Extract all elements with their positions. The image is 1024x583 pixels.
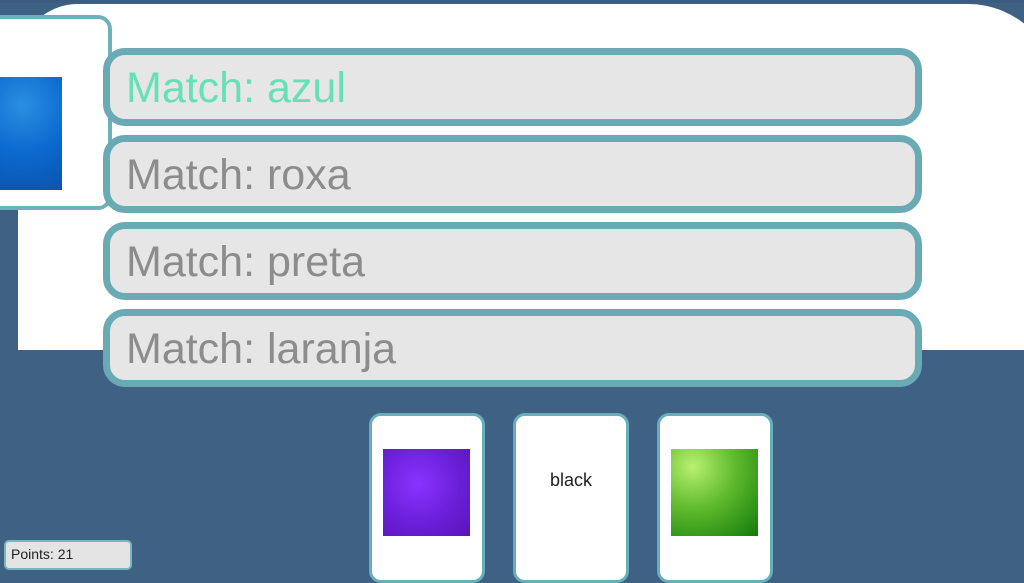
match-slot-roxa[interactable]: Match: roxa (103, 135, 922, 213)
answer-card-green[interactable] (657, 413, 773, 583)
match-slot-preta[interactable]: Match: preta (103, 222, 922, 300)
match-label: Match: roxa (126, 151, 351, 199)
score-display: Points: 21 (4, 540, 132, 570)
match-label: Match: azul (126, 64, 346, 112)
purple-color-swatch (383, 449, 470, 536)
top-strip (0, 0, 1024, 3)
blue-color-swatch (0, 77, 62, 190)
green-color-swatch (671, 449, 758, 536)
match-label: Match: preta (126, 238, 365, 286)
match-label: Match: laranja (126, 325, 397, 373)
match-slot-azul[interactable]: Match: azul (103, 48, 922, 126)
prompt-card[interactable] (0, 15, 112, 210)
score-label: Points: 21 (11, 546, 74, 562)
card-word: black (549, 470, 593, 490)
answer-card-purple[interactable] (369, 413, 485, 583)
answer-card-word[interactable]: black (513, 413, 629, 583)
match-slot-laranja[interactable]: Match: laranja (103, 309, 922, 387)
